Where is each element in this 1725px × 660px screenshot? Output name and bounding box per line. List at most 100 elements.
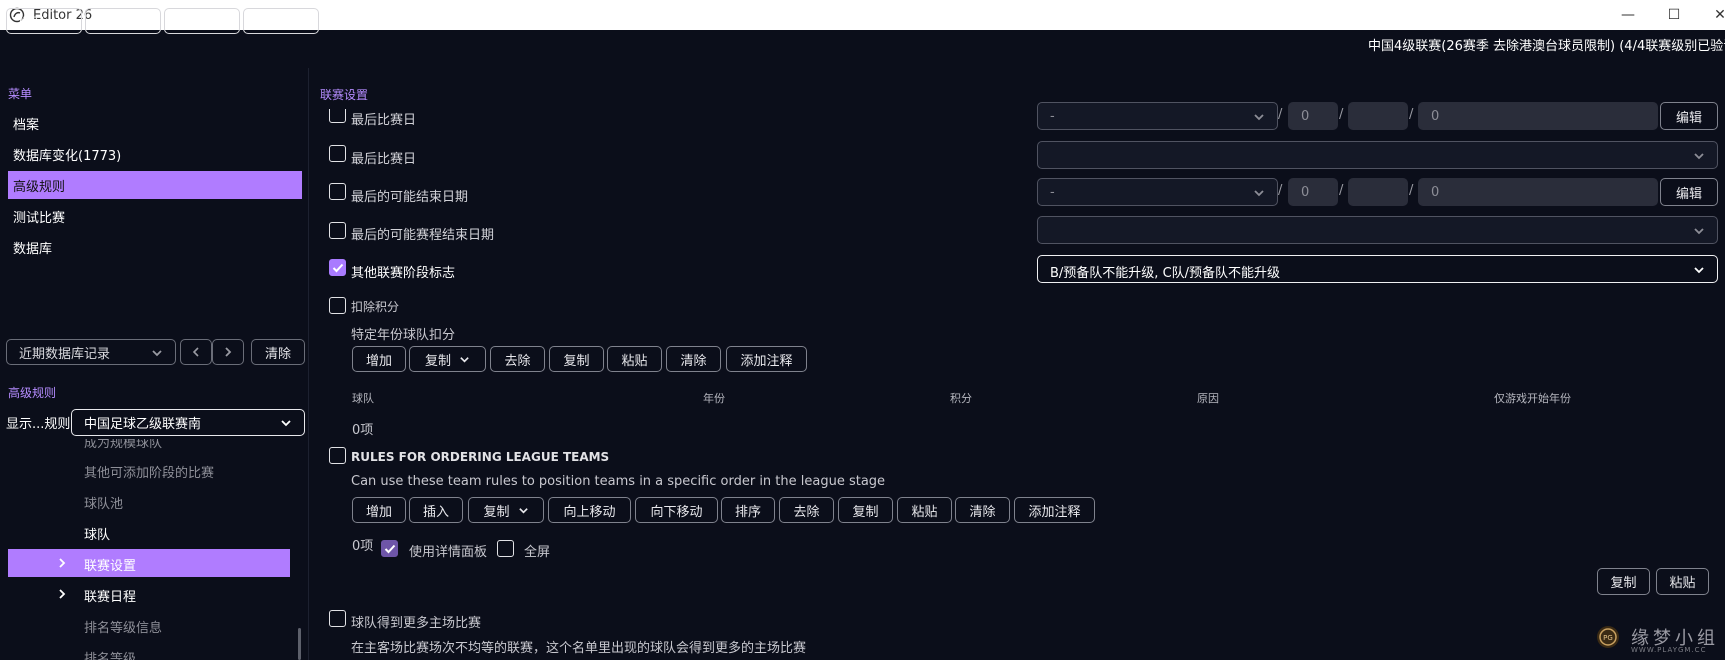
latest-end-date-checkbox[interactable] xyxy=(329,183,346,200)
maximize-icon[interactable]: ☐ xyxy=(1651,0,1697,30)
ordering-move-up-button[interactable]: 向上移动 xyxy=(548,497,631,523)
ordering-add-note-button[interactable]: 添加注释 xyxy=(1014,497,1095,523)
chevron-down-icon xyxy=(1693,150,1705,162)
detail-panel-checkbox[interactable] xyxy=(381,540,398,557)
deduct-clear-button[interactable]: 清除 xyxy=(666,346,721,372)
tree-item-teams[interactable]: 球队 xyxy=(84,524,110,543)
sidebar-item-db-changes[interactable]: 数据库变化(1773) xyxy=(8,140,302,168)
ordering-sort-button[interactable]: 排序 xyxy=(721,497,775,523)
chevron-down-icon xyxy=(138,15,150,27)
deduct-remove-button[interactable]: 去除 xyxy=(490,346,545,372)
column-header-points[interactable]: 积分 xyxy=(950,390,972,406)
ordering-paste-button[interactable]: 粘贴 xyxy=(897,497,952,523)
ordering-move-down-button[interactable]: 向下移动 xyxy=(635,497,718,523)
chevron-down-icon xyxy=(59,15,71,27)
clear-records-button[interactable]: 清除 xyxy=(251,339,305,365)
chevron-right-icon xyxy=(223,347,233,357)
tree-item-ranking-level[interactable]: 排名等级 xyxy=(84,648,136,660)
sidebar-item-test-match[interactable]: 测试比赛 xyxy=(8,202,302,230)
ordering-paste-bottom-button[interactable]: 粘贴 xyxy=(1656,568,1709,595)
next-record-button[interactable] xyxy=(212,339,244,365)
close-icon[interactable]: ✕ xyxy=(1697,0,1725,30)
deduct-copy-dropdown-button[interactable]: 复制 xyxy=(409,346,486,372)
last-match-day-edit-button[interactable]: 编辑 xyxy=(1660,102,1718,130)
chevron-right-icon[interactable] xyxy=(57,589,67,599)
last-match-day-value2[interactable] xyxy=(1348,102,1408,130)
minimize-icon[interactable]: — xyxy=(1605,0,1651,30)
chevron-down-icon xyxy=(280,417,292,429)
column-header-year[interactable]: 年份 xyxy=(703,390,725,406)
last-match-day-2-select[interactable] xyxy=(1037,141,1718,169)
tree-item-team-pool[interactable]: 球队池 xyxy=(84,493,123,512)
ordering-insert-button[interactable]: 插入 xyxy=(409,497,463,523)
ordering-copy-button[interactable]: 复制 xyxy=(838,497,893,523)
show-rules-label: 显示...规则 xyxy=(6,417,71,432)
ordering-clear-button[interactable]: 清除 xyxy=(955,497,1010,523)
recent-db-label: 近期数据库记录 xyxy=(19,346,111,362)
latest-end-date-value1[interactable]: 0 xyxy=(1288,178,1338,206)
prev-record-button[interactable] xyxy=(180,339,212,365)
other-stage-flags-select[interactable]: B/预备队不能升级, C队/预备队不能升级 xyxy=(1037,255,1718,283)
menu-file-button[interactable]: 档案 xyxy=(6,8,82,34)
ordering-copy-bottom-button[interactable]: 复制 xyxy=(1597,568,1650,595)
latest-fixture-end-date-select[interactable] xyxy=(1037,216,1718,244)
watermark-url: WWW.PLAYGM.CC xyxy=(1631,646,1707,654)
latest-end-date-select[interactable]: - xyxy=(1037,178,1278,206)
menu-edit-button[interactable]: 编辑 xyxy=(164,8,240,34)
latest-end-date-value2[interactable] xyxy=(1348,178,1408,206)
ordering-copy-dropdown-button[interactable]: 复制 xyxy=(468,497,544,523)
chevron-down-icon xyxy=(151,347,163,359)
recent-db-dropdown[interactable]: 近期数据库记录 xyxy=(6,339,176,365)
rules-league-label: 中国足球乙级联赛南 xyxy=(84,417,202,432)
ordering-copy-dropdown-label: 复制 xyxy=(483,504,510,520)
sidebar-item-advanced-rules[interactable]: 高级规则 xyxy=(8,171,302,199)
chevron-down-icon xyxy=(296,15,308,27)
last-match-day-value1[interactable]: 0 xyxy=(1288,102,1338,130)
tree-item-ranking-info[interactable]: 排名等级信息 xyxy=(84,617,162,636)
deduct-copy-button[interactable]: 复制 xyxy=(549,346,604,372)
deduct-add-note-button[interactable]: 添加注释 xyxy=(726,346,807,372)
ordering-add-button[interactable]: 增加 xyxy=(352,497,406,523)
tree-item-league-schedule[interactable]: 联赛日程 xyxy=(84,586,136,605)
deduct-points-checkbox[interactable] xyxy=(329,297,346,314)
sidebar-item-file[interactable]: 档案 xyxy=(8,109,302,137)
chevron-left-icon xyxy=(191,347,201,357)
other-stage-flags-checkbox[interactable] xyxy=(329,259,346,276)
last-match-day-select[interactable]: - xyxy=(1037,102,1278,130)
last-match-day-checkbox[interactable] xyxy=(329,109,346,123)
last-match-day-value3[interactable]: 0 xyxy=(1418,102,1658,130)
latest-end-date-value3[interactable]: 0 xyxy=(1418,178,1658,206)
column-header-reason[interactable]: 原因 xyxy=(1197,390,1219,406)
sidebar-scrollbar[interactable] xyxy=(298,628,301,660)
last-match-day-2-checkbox[interactable] xyxy=(329,145,346,162)
ordering-remove-button[interactable]: 去除 xyxy=(779,497,834,523)
slash-separator: / xyxy=(1409,183,1414,198)
rules-league-dropdown[interactable]: 中国足球乙级联赛南 xyxy=(71,409,305,436)
watermark-logo: PG 缘梦小组 WWW.PLAYGM.CC xyxy=(1595,624,1719,654)
latest-end-date-edit-button[interactable]: 编辑 xyxy=(1660,178,1718,206)
chevron-right-icon[interactable] xyxy=(57,558,67,568)
last-match-day-label: 最后比赛日 xyxy=(351,113,417,128)
more-home-matches-label: 球队得到更多主场比赛 xyxy=(351,616,482,631)
menu-rules-button[interactable]: 规则 xyxy=(85,8,161,34)
column-header-team[interactable]: 球队 xyxy=(352,390,374,406)
sidebar-item-database[interactable]: 数据库 xyxy=(8,233,302,261)
tree-item-extra-stage-matches[interactable]: 其他可添加阶段的比赛 xyxy=(84,462,214,481)
latest-fixture-end-date-checkbox[interactable] xyxy=(329,222,346,239)
last-match-day-2-label: 最后比赛日 xyxy=(351,152,417,167)
watermark-badge-icon: PG xyxy=(1597,626,1619,648)
fullscreen-checkbox[interactable] xyxy=(497,540,514,557)
more-home-matches-checkbox[interactable] xyxy=(329,610,346,627)
menu-settings-label: 设置 xyxy=(255,15,282,31)
latest-fixture-end-date-label: 最后的可能赛程结束日期 xyxy=(351,228,495,243)
deduct-add-button[interactable]: 增加 xyxy=(352,346,406,372)
ordering-rules-checkbox[interactable] xyxy=(329,447,346,464)
column-header-start-year-only[interactable]: 仅游戏开始年份 xyxy=(1494,390,1571,406)
latest-end-date-label: 最后的可能结束日期 xyxy=(351,190,469,205)
tree-item-league-settings[interactable]: 联赛设置 xyxy=(84,555,136,574)
menu-settings-button[interactable]: 设置 xyxy=(243,8,319,34)
chevron-down-icon xyxy=(1253,111,1265,123)
tree-item-active-row[interactable] xyxy=(8,549,290,577)
ordering-rules-description: Can use these team rules to position tea… xyxy=(351,474,886,489)
deduct-paste-button[interactable]: 粘贴 xyxy=(607,346,662,372)
